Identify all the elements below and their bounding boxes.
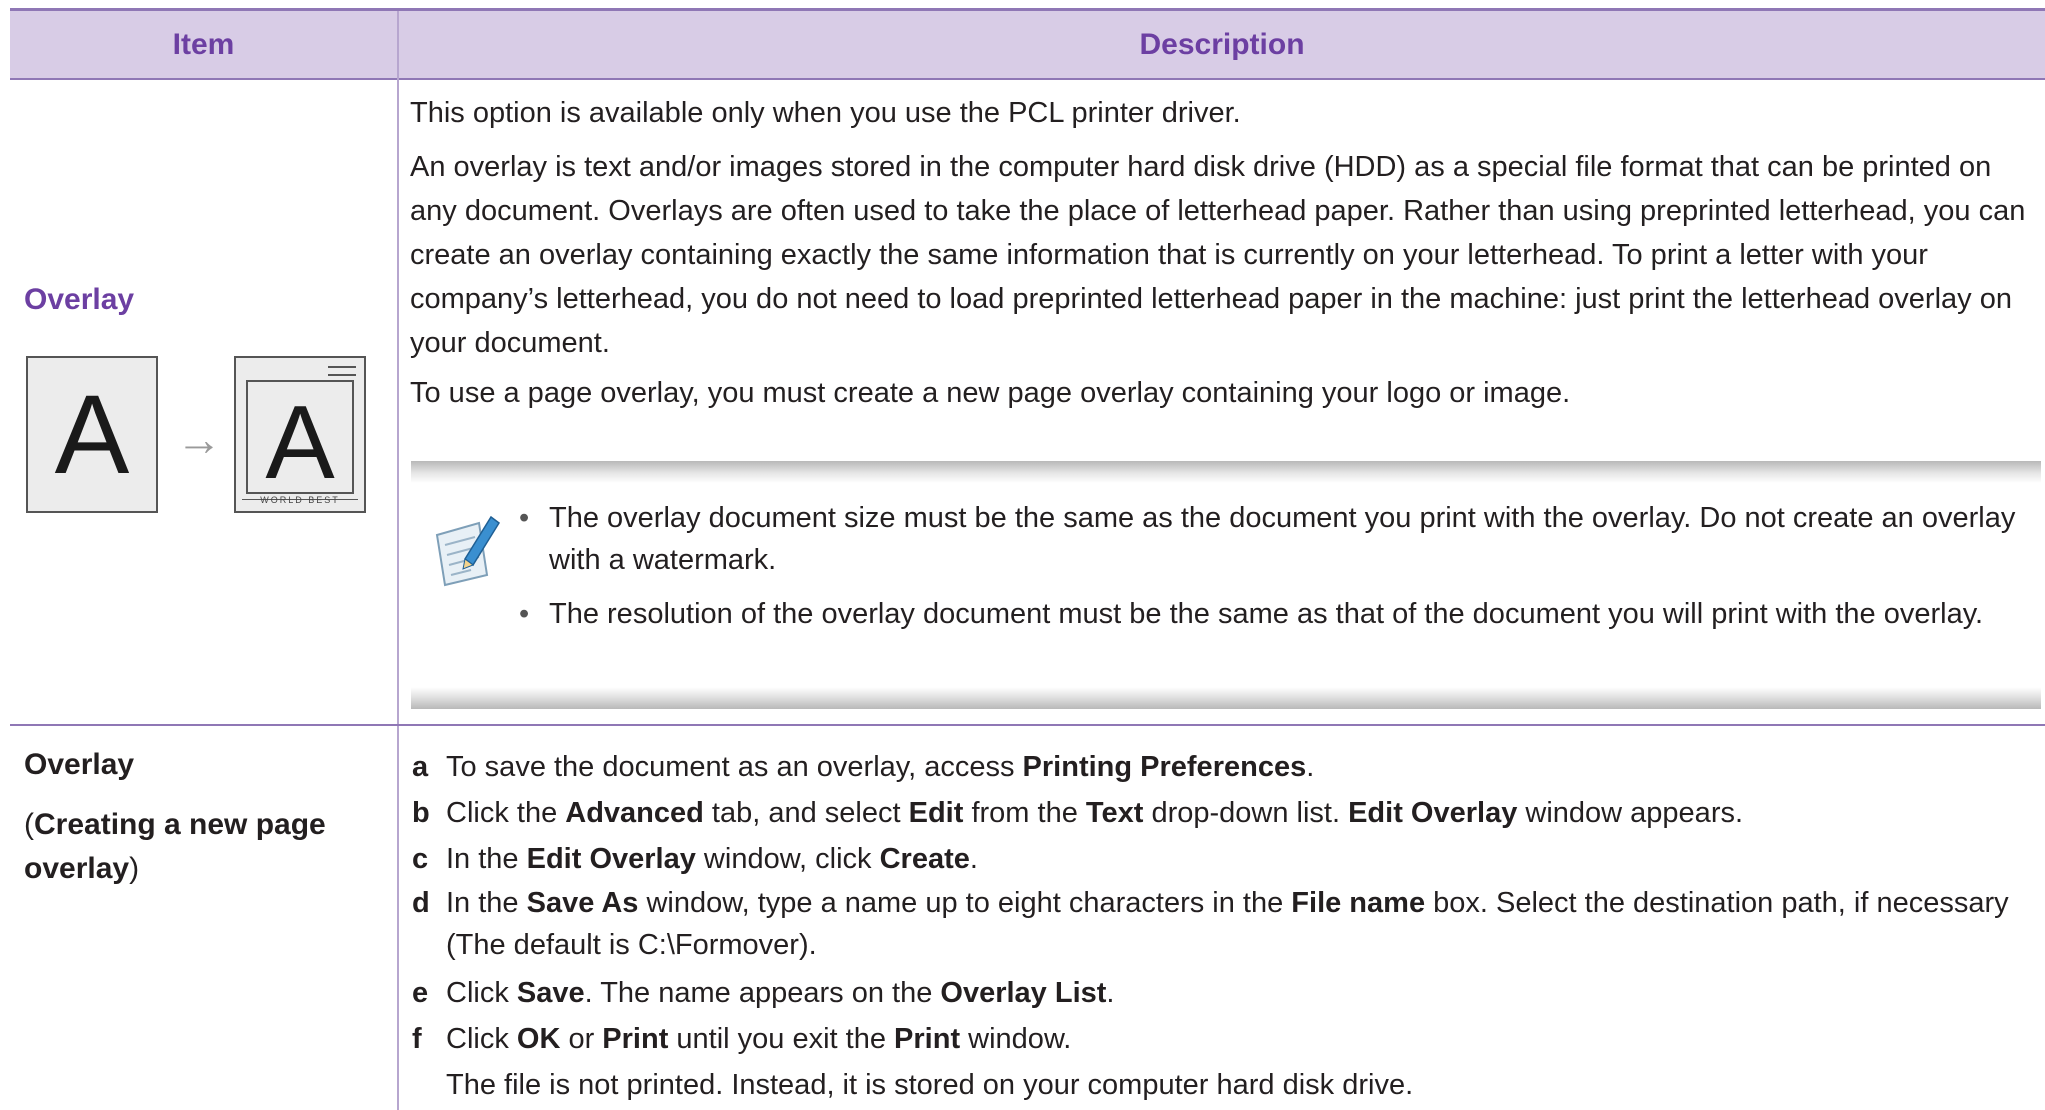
step-letter: e (412, 977, 429, 1009)
step-text: Click the (446, 797, 566, 829)
subtitle-bold: Creating a new page overlay (24, 808, 326, 885)
note-item-text: The resolution of the overlay document m… (549, 598, 1984, 630)
before-letter: A (54, 372, 130, 497)
step-letter: d (412, 887, 430, 919)
step-c: c In the Edit Overlay window, click Creat… (410, 836, 2038, 882)
step-letter: f (412, 1023, 422, 1055)
step-text: In the (446, 887, 527, 919)
step-bold: Printing Preferences (1022, 751, 1307, 783)
column-divider (397, 11, 399, 1110)
overlay-options-table: Item Description Overlay A → A WORLD BES… (10, 8, 2045, 1110)
step-bold: Edit Overlay (1348, 797, 1518, 829)
overlay-before-figure: A (26, 356, 158, 513)
arrow-right-icon: → (176, 413, 222, 465)
step-bold: Edit (908, 797, 964, 829)
desc-paragraph-2: An overlay is text and/or images stored … (410, 151, 2026, 359)
step-b: b Click the Advanced tab, and select Edit… (410, 790, 2038, 836)
step-text: . (1306, 751, 1315, 783)
step-a: a To save the document as an overlay, acc… (410, 744, 2038, 790)
note-item-2: • The resolution of the overlay document… (519, 593, 2039, 635)
table-header: Item Description (10, 11, 2045, 80)
note-box: • The overlay document size must be the … (411, 461, 2041, 709)
step-text: window, type a name up to eight characte… (638, 887, 1292, 919)
step-bold: Text (1085, 797, 1144, 829)
step-f-extra: The file is not printed. Instead, it is … (410, 1062, 2038, 1108)
step-f: f Click OK or Print until you exit the Pr… (410, 1016, 2038, 1062)
step-text: window appears. (1517, 797, 1744, 829)
note-top-band (411, 461, 2041, 483)
step-e: e Click Save. The name appears on the Ove… (410, 970, 2038, 1016)
footer-text: WORLD BEST (260, 495, 340, 505)
letterhead-lines (328, 366, 356, 376)
header-item: Item (172, 28, 235, 61)
step-text: tab, and select (703, 797, 909, 829)
subtitle-close-paren: ) (129, 852, 140, 885)
note-item-text: The overlay document size must be the sa… (549, 502, 2016, 576)
step-text: . (1106, 977, 1115, 1009)
step-bold: OK (516, 1023, 561, 1055)
row1-item-title: Overlay (24, 283, 135, 316)
step-bold: Overlay List (940, 977, 1107, 1009)
step-bold: Advanced (565, 797, 704, 829)
overlay-after-figure: A WORLD BEST (234, 356, 366, 513)
desc-paragraph-1: This option is available only when you u… (410, 97, 1241, 129)
step-text: window. (960, 1023, 1072, 1055)
step-letter: a (412, 751, 429, 783)
bullet-icon: • (519, 502, 530, 534)
bullet-icon: • (519, 598, 530, 630)
desc-paragraph-3: To use a page overlay, you must create a… (410, 377, 1571, 409)
after-letter: A (265, 385, 335, 501)
step-text: from the (963, 797, 1086, 829)
row2-item-subtitle: (Creating a new page overlay) (24, 803, 384, 891)
step-letter: c (412, 843, 429, 875)
subtitle-open-paren: ( (24, 808, 34, 841)
step-d: d In the Save As window, type a name up t… (410, 882, 2038, 966)
row-divider (10, 724, 2045, 726)
step-bold: Save (516, 977, 585, 1009)
note-pencil-icon (431, 509, 501, 589)
step-text: Click (446, 977, 517, 1009)
step-text: window, click (695, 843, 880, 875)
step-text: . (969, 843, 978, 875)
note-list: • The overlay document size must be the … (519, 497, 2039, 647)
step-text: until you exit the (668, 1023, 895, 1055)
overlay-frame: A (246, 380, 354, 501)
header-description: Description (1139, 28, 1305, 61)
step-bold: File name (1291, 887, 1426, 919)
step-text: In the (446, 843, 527, 875)
note-item-1: • The overlay document size must be the … (519, 497, 2039, 581)
step-text: or (560, 1023, 603, 1055)
step-note-text: The file is not printed. Instead, it is … (446, 1069, 1414, 1101)
step-text: drop-down list. (1143, 797, 1349, 829)
note-bottom-band (411, 687, 2041, 709)
step-bold: Save As (526, 887, 639, 919)
step-letter: b (412, 797, 430, 829)
steps-list: a To save the document as an overlay, acc… (410, 744, 2038, 1108)
step-text: Click (446, 1023, 517, 1055)
row2-item-title: Overlay (24, 748, 135, 781)
step-bold: Create (879, 843, 970, 875)
step-bold: Print (894, 1023, 961, 1055)
step-bold: Print (602, 1023, 669, 1055)
step-text: . The name appears on the (584, 977, 941, 1009)
step-text: To save the document as an overlay, acce… (446, 751, 1023, 783)
step-bold: Edit Overlay (526, 843, 696, 875)
